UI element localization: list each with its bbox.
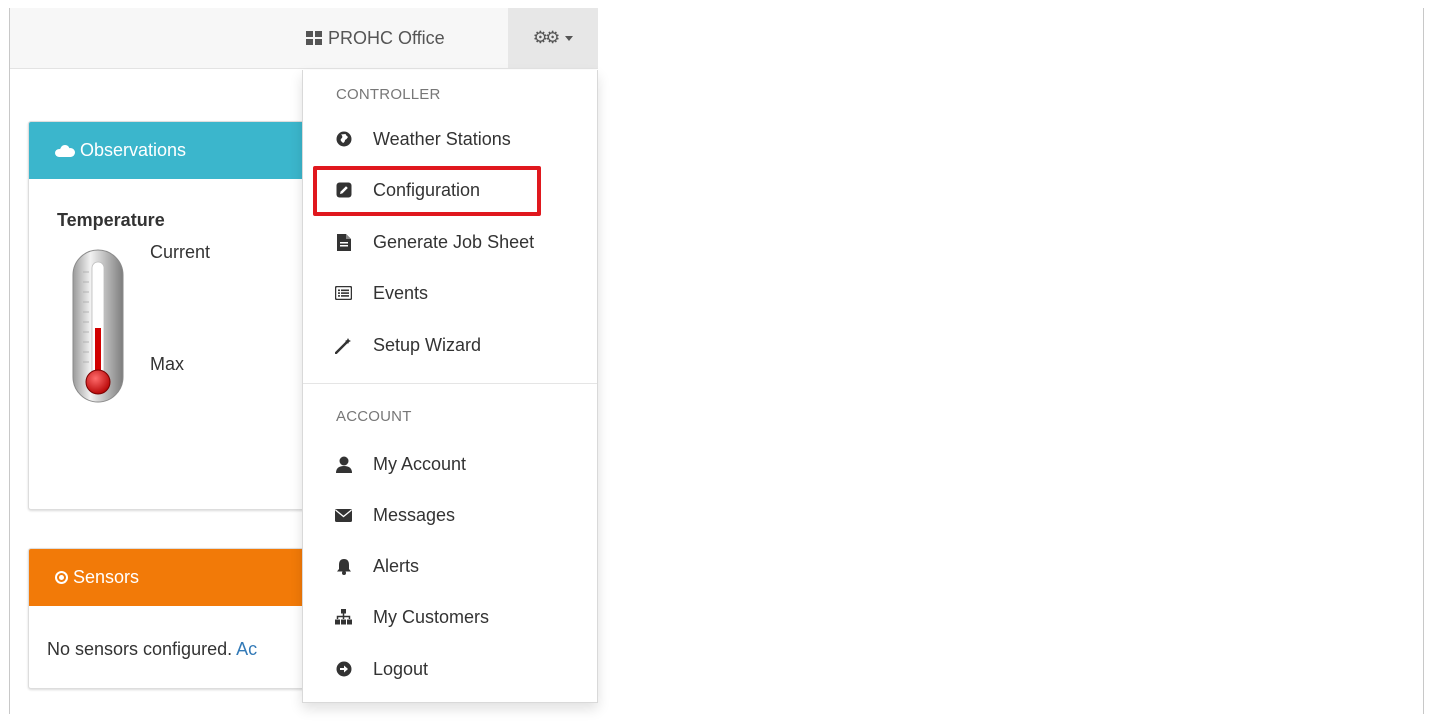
bell-icon — [335, 558, 352, 575]
right-border — [1423, 8, 1424, 714]
thermometer-gauge — [72, 249, 124, 403]
menu-item-weather-stations[interactable]: Weather Stations — [303, 117, 597, 161]
menu-item-logout[interactable]: Logout — [303, 647, 597, 691]
menu-item-my-account[interactable]: My Account — [303, 442, 597, 486]
sensors-empty-message: No sensors configured. Ac — [47, 639, 257, 660]
menu-item-label: My Customers — [373, 606, 490, 627]
menu-item-messages[interactable]: Messages — [303, 493, 597, 537]
configuration-highlight-box — [313, 166, 541, 216]
add-sensor-link[interactable]: Ac — [236, 639, 257, 659]
menu-item-label: Weather Stations — [373, 128, 511, 149]
bullseye-icon — [55, 571, 68, 584]
menu-item-my-customers[interactable]: My Customers — [303, 595, 597, 639]
office-label: PROHC Office — [328, 27, 445, 48]
cloud-icon — [55, 144, 75, 157]
menu-item-generate-job-sheet[interactable]: Generate Job Sheet — [303, 220, 597, 264]
max-label: Max — [150, 354, 185, 374]
observations-panel: Observations Temperature Current Max — [28, 121, 318, 510]
account-header: ACCOUNT — [336, 408, 412, 425]
controller-header: CONTROLLER — [336, 86, 441, 103]
settings-dropdown-menu: CONTROLLER Weather Stations Configuratio… — [302, 70, 598, 703]
menu-item-label: Messages — [373, 504, 456, 525]
menu-divider — [303, 383, 597, 384]
observations-title: Observations — [80, 140, 187, 160]
list-alt-icon — [335, 285, 352, 302]
office-link[interactable]: PROHC Office — [306, 8, 445, 68]
settings-dropdown-toggle[interactable]: ⚙⚙ — [508, 8, 598, 68]
menu-item-label: Alerts — [373, 555, 420, 576]
user-icon — [335, 456, 352, 473]
top-navbar: PROHC Office ⚙⚙ — [10, 8, 598, 69]
sensors-panel: Sensors No sensors configured. Ac — [28, 548, 318, 689]
logout-icon — [335, 661, 352, 678]
menu-item-setup-wizard[interactable]: Setup Wizard — [303, 323, 597, 367]
globe-icon — [335, 131, 352, 148]
left-border — [9, 8, 10, 714]
sensors-title: Sensors — [73, 567, 140, 587]
menu-item-label: Setup Wizard — [373, 334, 482, 355]
magic-wand-icon — [335, 337, 352, 354]
current-label: Current — [150, 242, 211, 262]
sensors-heading: Sensors — [29, 549, 317, 606]
grid-icon — [306, 31, 322, 45]
menu-item-alerts[interactable]: Alerts — [303, 544, 597, 588]
file-icon — [335, 233, 352, 251]
cogs-icon: ⚙⚙ — [532, 28, 561, 47]
sensors-empty-text: No sensors configured. — [47, 639, 233, 659]
menu-item-label: Events — [373, 282, 429, 303]
menu-item-label: Generate Job Sheet — [373, 231, 535, 252]
temperature-title: Temperature — [57, 210, 165, 230]
menu-item-events[interactable]: Events — [303, 271, 597, 315]
menu-item-label: Logout — [373, 658, 429, 679]
sitemap-icon — [335, 609, 352, 626]
observations-heading: Observations — [29, 122, 317, 179]
menu-item-label: My Account — [373, 453, 467, 474]
chevron-down-icon — [565, 35, 574, 41]
envelope-icon — [335, 507, 352, 524]
